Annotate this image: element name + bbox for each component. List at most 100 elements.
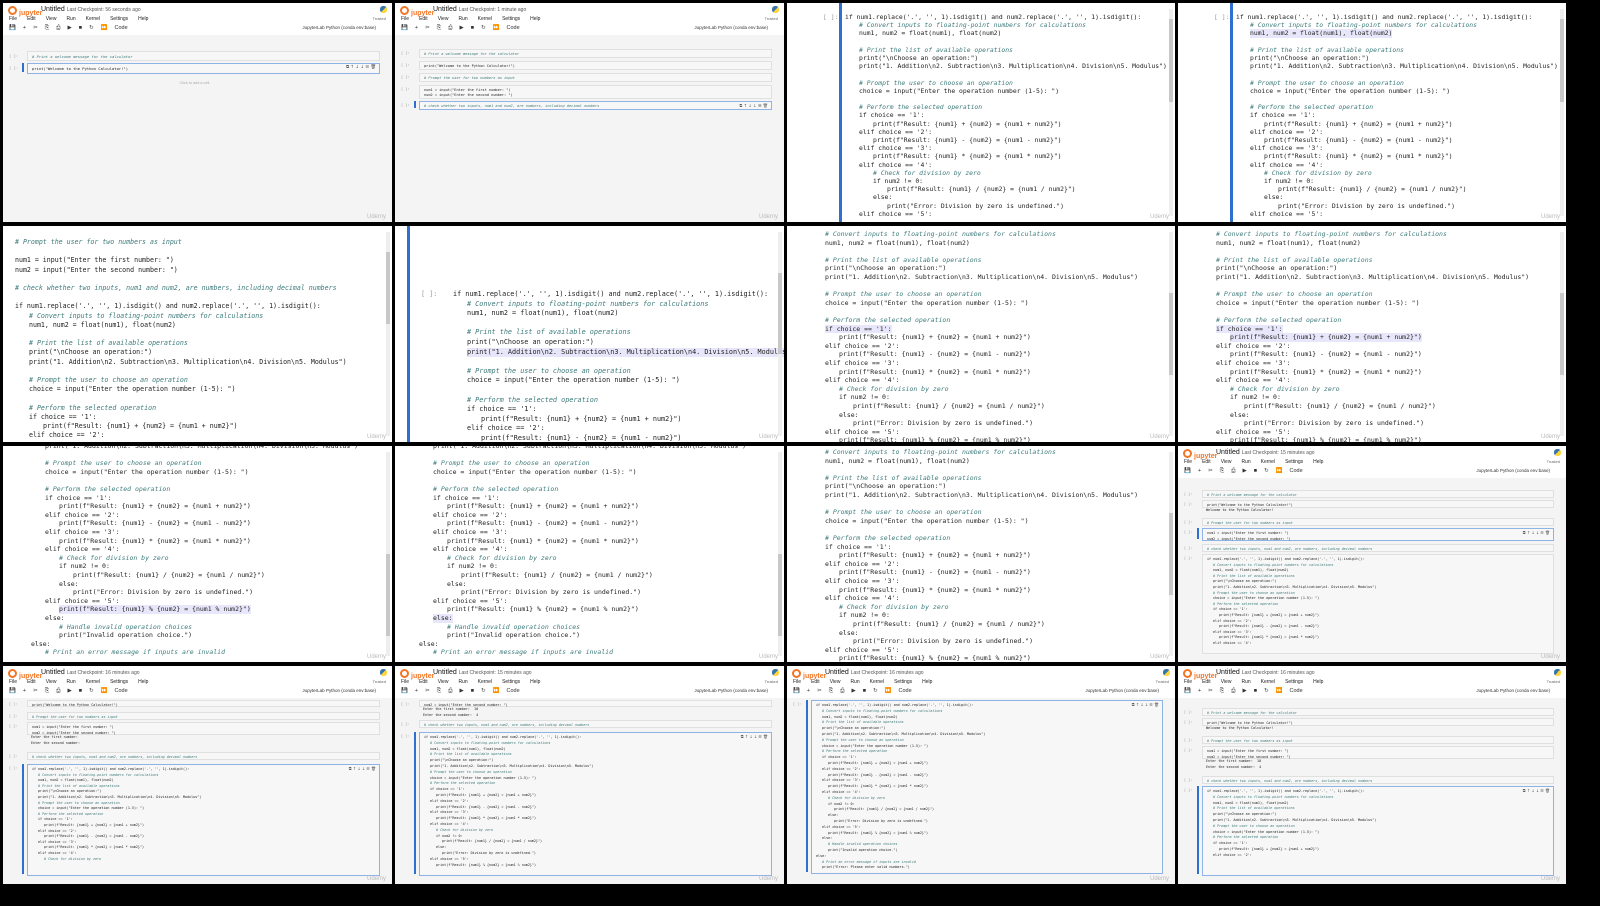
code-line[interactable]: print("Error: Division by zero is undefi…	[442, 851, 536, 855]
code-comment-line[interactable]: # check whether two inputs, num1 and num…	[15, 284, 337, 293]
code-line[interactable]: if choice == '1':	[822, 755, 857, 759]
code-line[interactable]: elif choice == '2':	[467, 424, 545, 434]
code-line[interactable]: print(f"Result: {num1} * {num2} = {num1 …	[447, 537, 639, 546]
scrollbar-thumb[interactable]	[386, 554, 390, 636]
scrollbar-thumb[interactable]	[778, 272, 782, 355]
run-all-icon[interactable]: ⏩	[885, 688, 892, 694]
menu-item-run[interactable]: Run	[1241, 679, 1250, 685]
code-comment-line[interactable]: # Prompt the user to choose an operation	[1216, 290, 1373, 299]
code-line[interactable]: print("1. Addition\n2. Subtraction\n3. M…	[467, 347, 784, 358]
code-line[interactable]: elif choice == '5':	[45, 597, 119, 606]
code-comment-line[interactable]: # Print the list of available operations	[467, 328, 631, 338]
thumbnail-tile[interactable]: # Convert inputs to floating-point numbe…	[787, 446, 1175, 662]
code-comment-line[interactable]: # Prompt the user for two numbers as inp…	[424, 76, 515, 80]
menu-item-view[interactable]: View	[46, 16, 57, 22]
code-comment-line[interactable]: # Perform the selected operation	[1213, 602, 1278, 606]
code-line[interactable]: choice = input("Enter the operation numb…	[29, 385, 235, 394]
menu-item-help[interactable]: Help	[1313, 679, 1323, 685]
code-comment-line[interactable]: # Perform the selected operation	[825, 316, 950, 325]
code-line[interactable]: print(f"Result: {num1} + {num2} = {num1 …	[1219, 613, 1319, 617]
code-comment-line[interactable]: # Handle invalid operation choices	[828, 842, 897, 846]
notebook-name[interactable]: Untitled	[41, 6, 65, 13]
menu-item-file[interactable]: File	[1184, 679, 1192, 685]
code-line[interactable]: print("\nChoose an operation:")	[1250, 54, 1369, 62]
copy-icon[interactable]: ⎘	[437, 688, 441, 694]
code-line[interactable]: print("Error: Division by zero is undefi…	[887, 202, 1064, 210]
add-cell-icon[interactable]: +	[807, 688, 810, 694]
code-comment-line[interactable]: # Perform the selected operation	[45, 485, 170, 494]
code-line[interactable]: print("\nChoose an operation:")	[1213, 812, 1276, 816]
code-line[interactable]: print("Invalid operation choice.")	[447, 631, 580, 640]
code-line[interactable]: elif choice == '5':	[825, 428, 899, 437]
code-line[interactable]: elif choice == '2':	[1250, 128, 1323, 136]
code-line[interactable]: elif choice == '4':	[825, 594, 899, 603]
menu-item-settings[interactable]: Settings	[894, 679, 912, 685]
menu-item-edit[interactable]: Edit	[27, 679, 36, 685]
code-line[interactable]: if num1.replace('.', '', 1).isdigit() an…	[1207, 557, 1364, 561]
code-comment-line[interactable]: # Check for division by zero	[447, 554, 557, 563]
code-line[interactable]: else:	[1264, 193, 1283, 201]
code-line[interactable]: elif choice == '3':	[430, 810, 469, 814]
code-line[interactable]: print("\nChoose an operation:")	[467, 338, 594, 348]
code-comment-line[interactable]: # Perform the selected operation	[825, 534, 950, 543]
code-line[interactable]: num1 = input("Enter the first number: ")	[424, 88, 511, 92]
menu-bar[interactable]: File Edit View Run Kernel Settings Help	[1184, 679, 1333, 685]
notebook-title[interactable]: Untitled Last Checkpoint: 16 minutes ago	[825, 669, 924, 676]
code-line[interactable]: choice = input("Enter the operation numb…	[825, 517, 1029, 526]
code-line[interactable]: if num1.replace('.', '', 1).isdigit() an…	[453, 290, 768, 300]
notebook-cell[interactable]: if num1.replace('.', '', 1).isdigit() an…	[419, 732, 772, 876]
code-comment-line[interactable]: # Print the list of available operations	[822, 720, 904, 724]
menu-item-kernel[interactable]: Kernel	[478, 679, 492, 685]
thumbnail-tile[interactable]: jupyter Untitled Last Checkpoint: 16 minu…	[1178, 666, 1566, 884]
code-line[interactable]: elif choice == '3':	[822, 778, 861, 782]
code-line[interactable]: print(f"Result: {num1} / {num2} = {num1 …	[887, 185, 1076, 193]
save-icon[interactable]: 💾	[401, 688, 408, 694]
code-comment-line[interactable]: # Perform the selected operation	[29, 404, 156, 413]
code-line[interactable]: print("1. Addition\n2. Subtraction\n3. M…	[433, 446, 746, 451]
code-line[interactable]: print(f"Result: {num1} / {num2} = {num1 …	[853, 402, 1045, 411]
code-line[interactable]: print("Welcome to the Python Calculator!…	[1207, 721, 1293, 725]
menu-item-view[interactable]: View	[438, 679, 449, 685]
code-comment-line[interactable]: # check whether two inputs, num1 and num…	[1207, 779, 1372, 783]
code-line[interactable]: print(f"Result: {num1} * {num2} = {num1 …	[839, 586, 1031, 595]
code-line[interactable]: choice = input("Enter the operation numb…	[45, 468, 249, 477]
code-comment-line[interactable]: # Convert inputs to floating-point numbe…	[38, 773, 158, 777]
code-line[interactable]: elif choice == '5':	[822, 825, 861, 829]
code-line[interactable]: print("\nChoose an operation:")	[29, 348, 152, 357]
thumbnail-tile[interactable]: # Convert inputs to floating-point numbe…	[787, 226, 1175, 442]
cut-icon[interactable]: ✂	[817, 688, 822, 694]
cell-toolbar[interactable]: ⧉ ↑ ↓ ↓ ☰ 🗑	[739, 103, 768, 109]
code-line[interactable]: num1, num2 = float(num1), float(num2)	[859, 29, 1001, 37]
kernel-name[interactable]: Python (conda env:base)	[326, 25, 376, 30]
menu-item-edit[interactable]: Edit	[1202, 679, 1211, 685]
cut-icon[interactable]: ✂	[33, 688, 38, 694]
code-line[interactable]: print(f"Result: {num1} - {num2} = {num1 …	[1219, 624, 1319, 628]
run-icon[interactable]: ▶	[460, 25, 464, 31]
code-line[interactable]: num1, num2 = float(num1), float(num2)	[825, 239, 970, 248]
notebook-cell[interactable]: if num1.replace('.', '', 1).isdigit() an…	[27, 764, 380, 876]
notebook-title[interactable]: Untitled Last Checkpoint: 15 minutes ago	[1216, 449, 1315, 456]
paste-icon[interactable]: ⎙	[448, 688, 452, 694]
code-line[interactable]: elif choice == '3':	[825, 577, 899, 586]
stop-icon[interactable]: ■	[471, 688, 474, 694]
delete-icon[interactable]: 🗑	[371, 65, 376, 70]
code-line[interactable]: print(f"Result: {num1} * {num2} = {num1 …	[1230, 368, 1422, 377]
menu-item-settings[interactable]: Settings	[1285, 459, 1303, 465]
notebook-name[interactable]: Untitled	[433, 669, 457, 676]
code-line[interactable]: print(f"Result: {num1} * {num2} = {num1 …	[1219, 635, 1319, 639]
menu-item-settings[interactable]: Settings	[1285, 679, 1303, 685]
code-comment-line[interactable]: # Prompt the user to choose an operation	[1213, 591, 1295, 595]
thumbnail-tile[interactable]: [ ]: if num1.replace('.', '', 1).isdigit(…	[1178, 3, 1566, 222]
code-line[interactable]: if num2 != 0:	[436, 834, 463, 838]
code-line[interactable]: print(f"Result: {num1} + {num2} = {num1 …	[828, 761, 928, 765]
code-line[interactable]: print("Welcome to the Python Calculator!…	[32, 66, 128, 71]
notebook-cell[interactable]: # check whether two inputs, num1 and num…	[1202, 544, 1554, 552]
code-line[interactable]: print(f"Result: {num1} + {num2} = {num1 …	[447, 502, 639, 511]
code-comment-line[interactable]: # Perform the selected operation	[433, 485, 558, 494]
code-line[interactable]: choice = input("Enter the operation numb…	[430, 776, 536, 780]
cut-icon[interactable]: ✂	[33, 25, 38, 31]
code-line[interactable]: print(f"Result: {num1} - {num2} = {num1 …	[481, 434, 682, 442]
code-line[interactable]: print("1. Addition\n2. Subtraction\n3. M…	[1213, 585, 1376, 589]
menu-item-view[interactable]: View	[46, 679, 57, 685]
code-line[interactable]: else:	[822, 836, 832, 840]
